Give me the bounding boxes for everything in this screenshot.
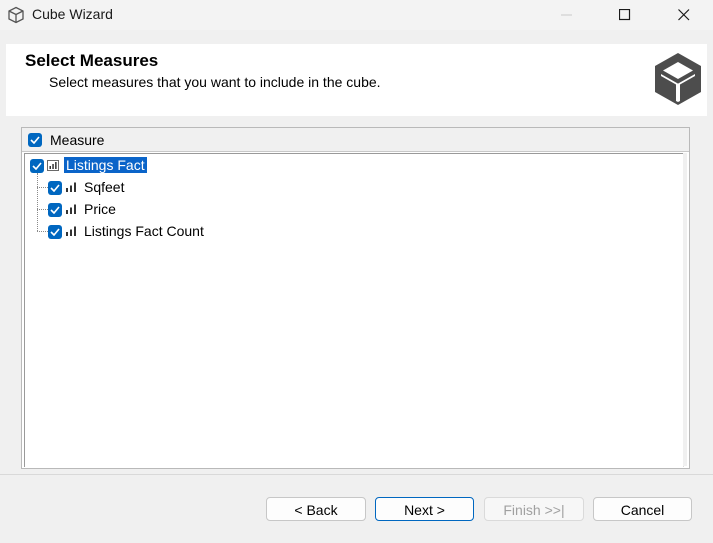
cube-icon <box>655 53 701 105</box>
measure-icon <box>66 182 76 192</box>
listings-fact-count-label[interactable]: Listings Fact Count <box>84 223 204 239</box>
measure-group-icon <box>47 160 59 171</box>
listings-fact-checkbox[interactable] <box>30 159 44 173</box>
finish-button[interactable]: Finish >>| <box>484 497 584 521</box>
checkmark-icon <box>50 206 60 214</box>
measure-icon <box>66 204 76 214</box>
sqfeet-label[interactable]: Sqfeet <box>84 179 124 195</box>
close-button[interactable] <box>655 0 713 30</box>
checkmark-icon <box>50 228 60 236</box>
page-title: Select Measures <box>25 51 159 70</box>
tree-node-listings-fact[interactable]: Listings Fact <box>25 155 225 175</box>
checkmark-icon <box>30 136 40 144</box>
listings-fact-label[interactable]: Listings Fact <box>64 157 147 173</box>
column-header: Measure <box>22 128 689 152</box>
listings-fact-count-checkbox[interactable] <box>48 225 62 239</box>
measure-icon <box>66 226 76 236</box>
cube-app-icon <box>8 6 24 24</box>
title-bar: Cube Wizard <box>0 0 713 30</box>
tree-border <box>683 153 687 466</box>
column-header-label: Measure <box>50 132 105 148</box>
checkmark-icon <box>50 184 60 192</box>
price-label[interactable]: Price <box>84 201 116 217</box>
close-icon <box>678 9 690 21</box>
wizard-header: Select Measures Select measures that you… <box>6 44 707 116</box>
tree-node-price[interactable]: Price <box>25 199 225 219</box>
select-all-checkbox[interactable] <box>28 133 42 147</box>
window-title: Cube Wizard <box>32 6 113 22</box>
minimize-icon <box>561 14 572 16</box>
next-button[interactable]: Next > <box>375 497 474 521</box>
cancel-button[interactable]: Cancel <box>593 497 692 521</box>
measures-panel: Measure Listings Fact Sqfeet Price Listi… <box>21 127 690 469</box>
footer-separator <box>0 474 713 475</box>
page-subtitle: Select measures that you want to include… <box>49 74 381 90</box>
measure-tree[interactable]: Listings Fact Sqfeet Price Listings Fact… <box>24 153 684 467</box>
checkmark-icon <box>32 162 42 170</box>
tree-node-sqfeet[interactable]: Sqfeet <box>25 177 225 197</box>
sqfeet-checkbox[interactable] <box>48 181 62 195</box>
maximize-button[interactable] <box>596 0 654 30</box>
tree-node-listings-fact-count[interactable]: Listings Fact Count <box>25 221 245 241</box>
minimize-button[interactable] <box>538 0 596 30</box>
back-button[interactable]: < Back <box>266 497 366 521</box>
price-checkbox[interactable] <box>48 203 62 217</box>
maximize-icon <box>619 9 631 21</box>
